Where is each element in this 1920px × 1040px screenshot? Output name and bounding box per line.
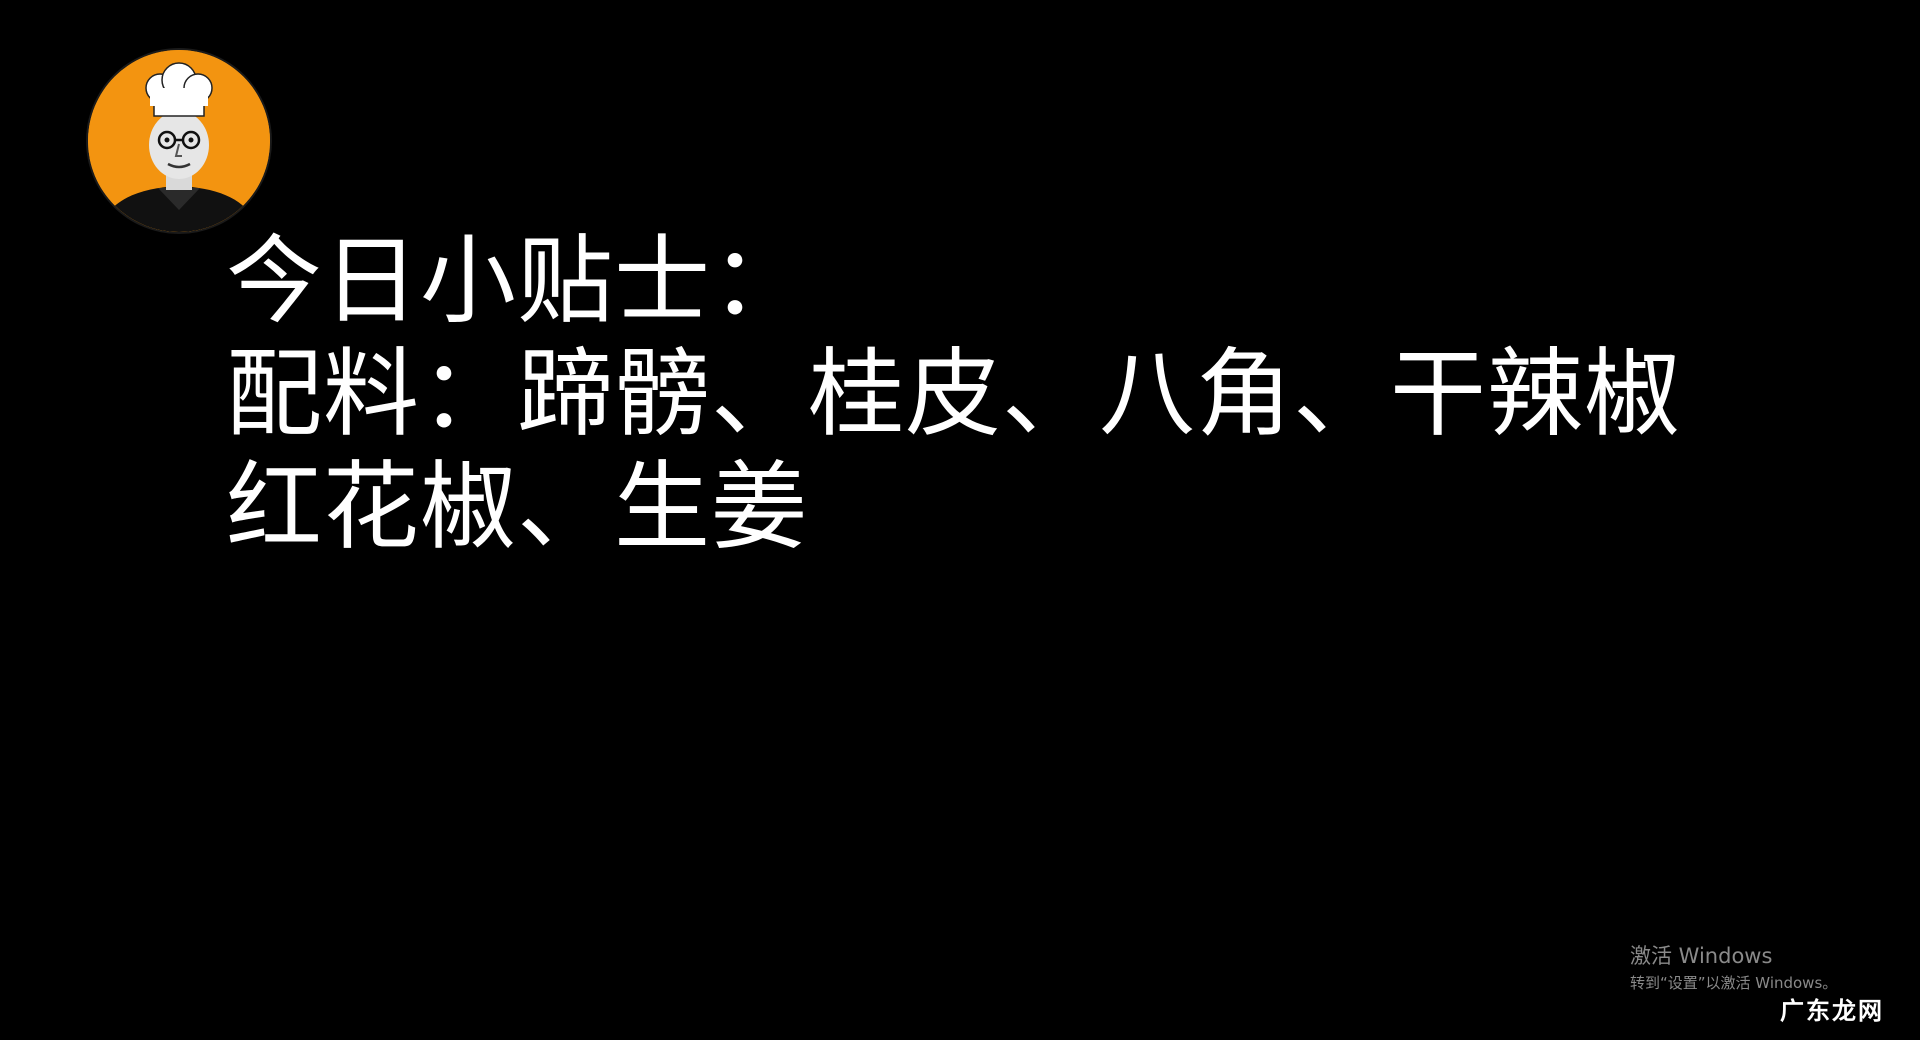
tips-ingredients-line-1: 配料：蹄髈、桂皮、八角、干辣椒 [226, 338, 1681, 450]
tips-heading: 今日小贴士： [226, 225, 808, 337]
activation-title: 激活 Windows [1630, 944, 1773, 968]
chef-avatar [88, 50, 270, 232]
windows-activation-notice: 激活 Windows 转到“设置”以激活 Windows。 [1630, 942, 1837, 994]
tips-ingredients-line-2: 红花椒、生姜 [226, 451, 808, 563]
chef-avatar-icon [88, 50, 270, 232]
site-watermark: 广东龙网 [1780, 997, 1884, 1025]
daily-tips-text: 今日小贴士： 配料：蹄髈、桂皮、八角、干辣椒 红花椒、生姜 [226, 225, 1726, 564]
